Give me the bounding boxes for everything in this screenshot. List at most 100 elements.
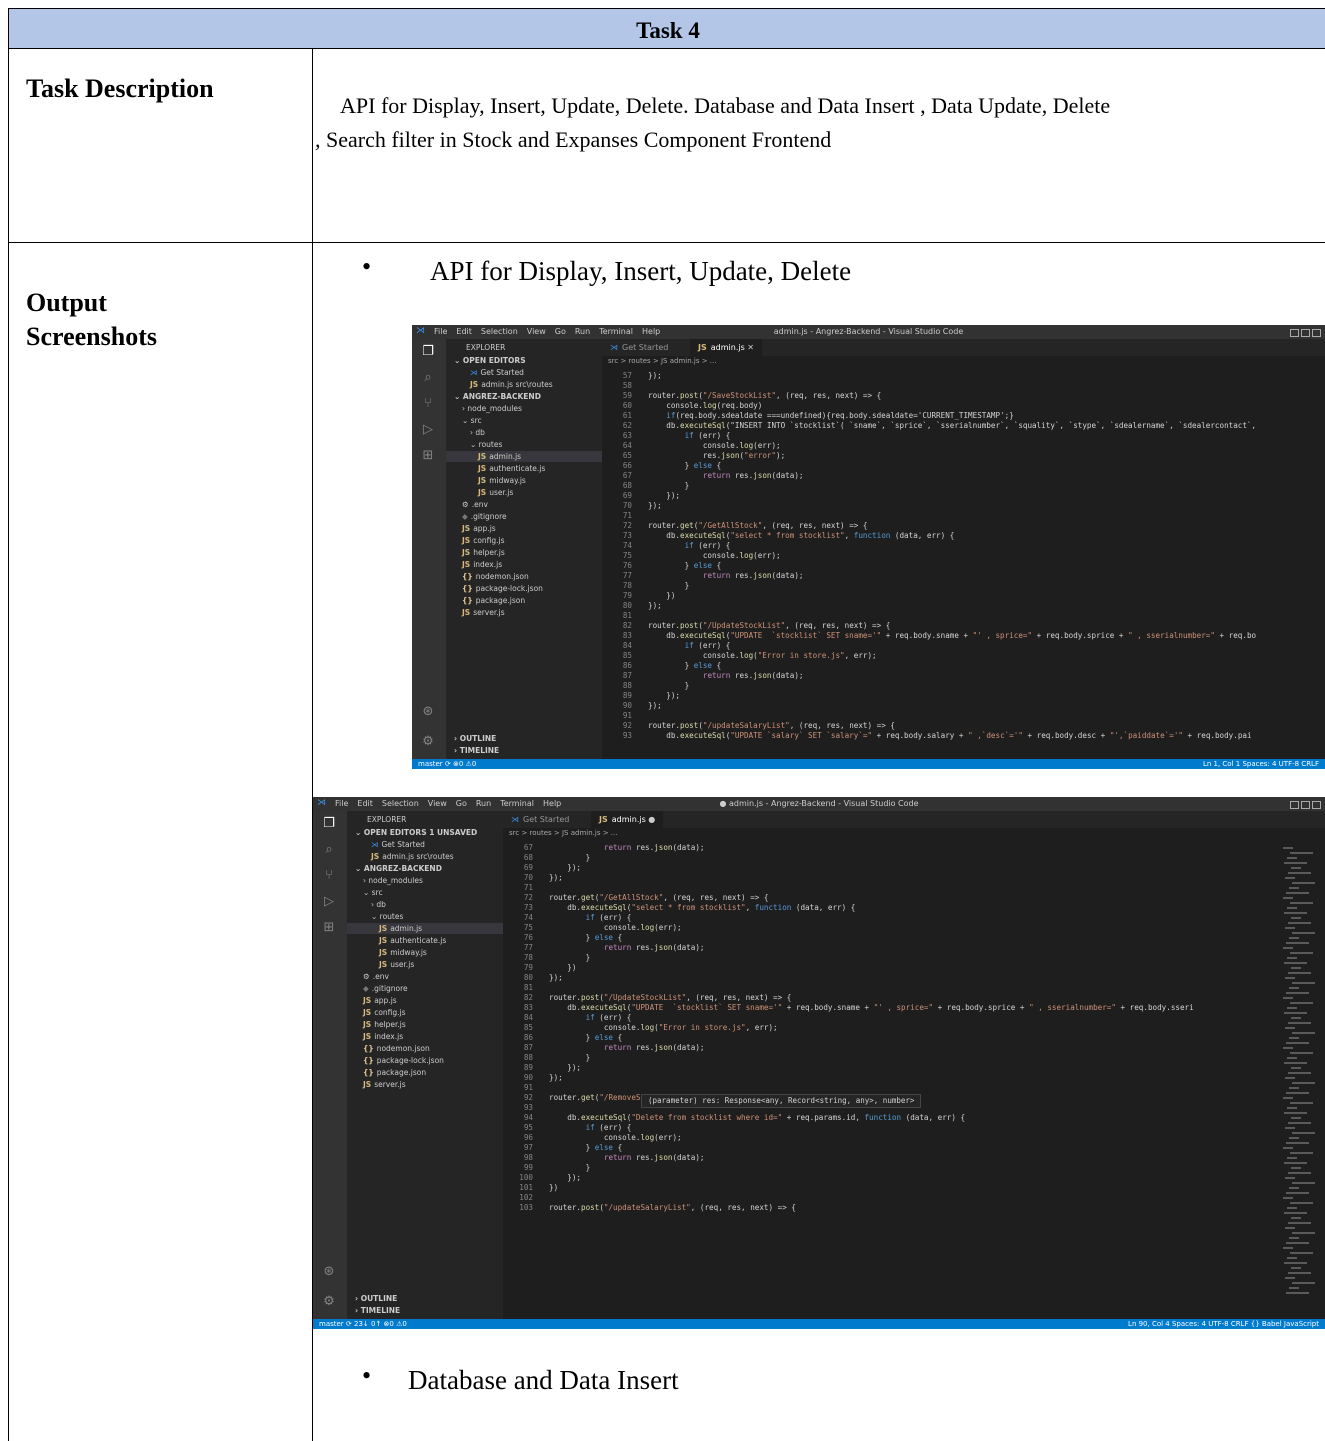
explorer-item[interactable]: ◆ .gitignore	[446, 511, 602, 522]
explorer-item[interactable]: {} package-lock.json	[347, 1055, 503, 1066]
code-line[interactable]: 86 } else {	[503, 1033, 1277, 1043]
source-control-icon[interactable]: ⑂	[421, 397, 435, 411]
code-line[interactable]: 73 db.executeSql("select * from stocklis…	[503, 903, 1277, 913]
layout-icon[interactable]	[1290, 801, 1299, 809]
explorer-item[interactable]: › OUTLINE	[347, 1293, 503, 1304]
code-line[interactable]: 89 });	[503, 1063, 1277, 1073]
explorer-icon[interactable]: ❐	[322, 817, 336, 831]
explorer-item[interactable]: {} nodemon.json	[446, 571, 602, 582]
code-line[interactable]: 101})	[503, 1183, 1277, 1193]
code-line[interactable]: 83 db.executeSql("UPDATE `stocklist` SET…	[503, 1003, 1277, 1013]
layout-icon[interactable]	[1301, 801, 1310, 809]
explorer-item[interactable]: › TIMELINE	[446, 745, 602, 756]
explorer-item[interactable]: ⌄ routes	[446, 439, 602, 450]
code-line[interactable]: 79 })	[602, 591, 1325, 601]
code-line[interactable]: 58	[602, 381, 1325, 391]
layout-icon[interactable]	[1290, 329, 1299, 337]
code-line[interactable]: 81	[503, 983, 1277, 993]
chevron-down-icon[interactable]: ⌄	[462, 416, 471, 425]
chevron-down-icon[interactable]: ⌄	[454, 356, 463, 365]
status-left[interactable]: master ⟳ 23↓ 0↑ ⊗0 ⚠0	[319, 1319, 407, 1329]
explorer-item[interactable]: › TIMELINE	[347, 1305, 503, 1316]
breadcrumb[interactable]: src > routes > JS admin.js > ...	[602, 356, 1325, 367]
close-icon[interactable]: ✕	[745, 343, 754, 352]
code-line[interactable]: 78 }	[602, 581, 1325, 591]
explorer-item[interactable]: ⚙ .env	[446, 499, 602, 510]
code-line[interactable]: 97 } else {	[503, 1143, 1277, 1153]
explorer-item[interactable]: JS config.js	[446, 535, 602, 546]
code-line[interactable]: 74 if (err) {	[602, 541, 1325, 551]
code-line[interactable]: 77 return res.json(data);	[602, 571, 1325, 581]
account-icon[interactable]: ⊛	[322, 1265, 336, 1279]
status-right[interactable]: Ln 1, Col 1 Spaces: 4 UTF-8 CRLF	[1203, 759, 1319, 769]
code-line[interactable]: 91	[602, 711, 1325, 721]
explorer-item[interactable]: ⌄ src	[347, 887, 503, 898]
code-line[interactable]: 68 }	[602, 481, 1325, 491]
editor-tab[interactable]: JS admin.js ●	[591, 811, 664, 828]
code-line[interactable]: 72 router.get("/GetAllStock", (req, res, …	[503, 893, 1277, 903]
code-line[interactable]: 99 }	[503, 1163, 1277, 1173]
explorer-item[interactable]: JS user.js	[347, 959, 503, 970]
run-debug-icon[interactable]: ▷	[322, 895, 336, 909]
code-line[interactable]: 71	[602, 511, 1325, 521]
code-line[interactable]: 76 } else {	[602, 561, 1325, 571]
explorer-item[interactable]: JS admin.js	[347, 923, 503, 934]
layout-icon[interactable]	[1312, 801, 1321, 809]
code-line[interactable]: 70});	[503, 873, 1277, 883]
explorer-item[interactable]: JS admin.js src\routes	[347, 851, 503, 862]
chevron-down-icon[interactable]: ⌄	[355, 828, 364, 837]
extensions-icon[interactable]: ⊞	[322, 921, 336, 935]
editor-tab[interactable]: ⋊ Get Started	[602, 339, 676, 356]
code-line[interactable]: 83 db.executeSql("UPDATE `stocklist` SET…	[602, 631, 1325, 641]
code-line[interactable]: 73 db.executeSql("select * from stocklis…	[602, 531, 1325, 541]
explorer-item[interactable]: ⌄ OPEN EDITORS	[446, 355, 602, 366]
code-line[interactable]: 71	[503, 883, 1277, 893]
explorer-item[interactable]: › db	[347, 899, 503, 910]
chevron-down-icon[interactable]: ⌄	[454, 392, 463, 401]
explorer-item[interactable]: JS authenticate.js	[446, 463, 602, 474]
editor-tab[interactable]: ⋊ Get Started	[503, 811, 577, 828]
chevron-down-icon[interactable]: ⌄	[355, 864, 364, 873]
code-line[interactable]: 68 }	[503, 853, 1277, 863]
code-line[interactable]: 77 return res.json(data);	[503, 943, 1277, 953]
code-line[interactable]: 64 console.log(err);	[602, 441, 1325, 451]
explorer-item[interactable]: › OUTLINE	[446, 733, 602, 744]
code-editor[interactable]: 57}); 58 59 router.post("/SaveStockList", (…	[602, 367, 1325, 759]
code-line[interactable]: 86 } else {	[602, 661, 1325, 671]
explorer-item[interactable]: JS index.js	[446, 559, 602, 570]
code-line[interactable]: 65 res.json("error");	[602, 451, 1325, 461]
breadcrumb[interactable]: src > routes > JS admin.js > ...	[503, 828, 1325, 839]
code-line[interactable]: 70});	[602, 501, 1325, 511]
explorer-item[interactable]: ⌄ src	[446, 415, 602, 426]
explorer-item[interactable]: {} package.json	[446, 595, 602, 606]
code-line[interactable]: 75 console.log(err);	[602, 551, 1325, 561]
explorer-item[interactable]: {} nodemon.json	[347, 1043, 503, 1054]
code-line[interactable]: 88 }	[602, 681, 1325, 691]
settings-gear-icon[interactable]: ⚙	[322, 1295, 336, 1309]
run-debug-icon[interactable]: ▷	[421, 423, 435, 437]
code-line[interactable]: 75 console.log(err);	[503, 923, 1277, 933]
code-line[interactable]: 78 }	[503, 953, 1277, 963]
code-line[interactable]: 100 });	[503, 1173, 1277, 1183]
code-editor[interactable]: 67 return res.json(data); 68 } 69 }); 70});…	[503, 839, 1277, 1319]
explorer-item[interactable]: JS server.js	[446, 607, 602, 618]
code-line[interactable]: 102	[503, 1193, 1277, 1203]
explorer-item[interactable]: ⌄ ANGREZ-BACKEND	[446, 391, 602, 402]
explorer-item[interactable]: JS midway.js	[347, 947, 503, 958]
explorer-item[interactable]: JS app.js	[347, 995, 503, 1006]
code-line[interactable]: 74 if (err) {	[503, 913, 1277, 923]
code-line[interactable]: 98 return res.json(data);	[503, 1153, 1277, 1163]
chevron-down-icon[interactable]: ⌄	[470, 440, 479, 449]
explorer-item[interactable]: ⌄ OPEN EDITORS 1 UNSAVED	[347, 827, 503, 838]
code-line[interactable]: 85 console.log("Error in store.js", err)…	[503, 1023, 1277, 1033]
code-line[interactable]: 61 if(req.body.sdealdate ===undefined){r…	[602, 411, 1325, 421]
code-line[interactable]: 84 if (err) {	[503, 1013, 1277, 1023]
explorer-item[interactable]: ⌄ ANGREZ-BACKEND	[347, 863, 503, 874]
search-icon[interactable]: ⌕	[322, 843, 336, 857]
explorer-item[interactable]: ⋊ Get Started	[347, 839, 503, 850]
code-line[interactable]: 79 })	[503, 963, 1277, 973]
layout-icon[interactable]	[1301, 329, 1310, 337]
explorer-item[interactable]: ⋊ Get Started	[446, 367, 602, 378]
explorer-item[interactable]: {} package.json	[347, 1067, 503, 1078]
source-control-icon[interactable]: ⑂	[322, 869, 336, 883]
